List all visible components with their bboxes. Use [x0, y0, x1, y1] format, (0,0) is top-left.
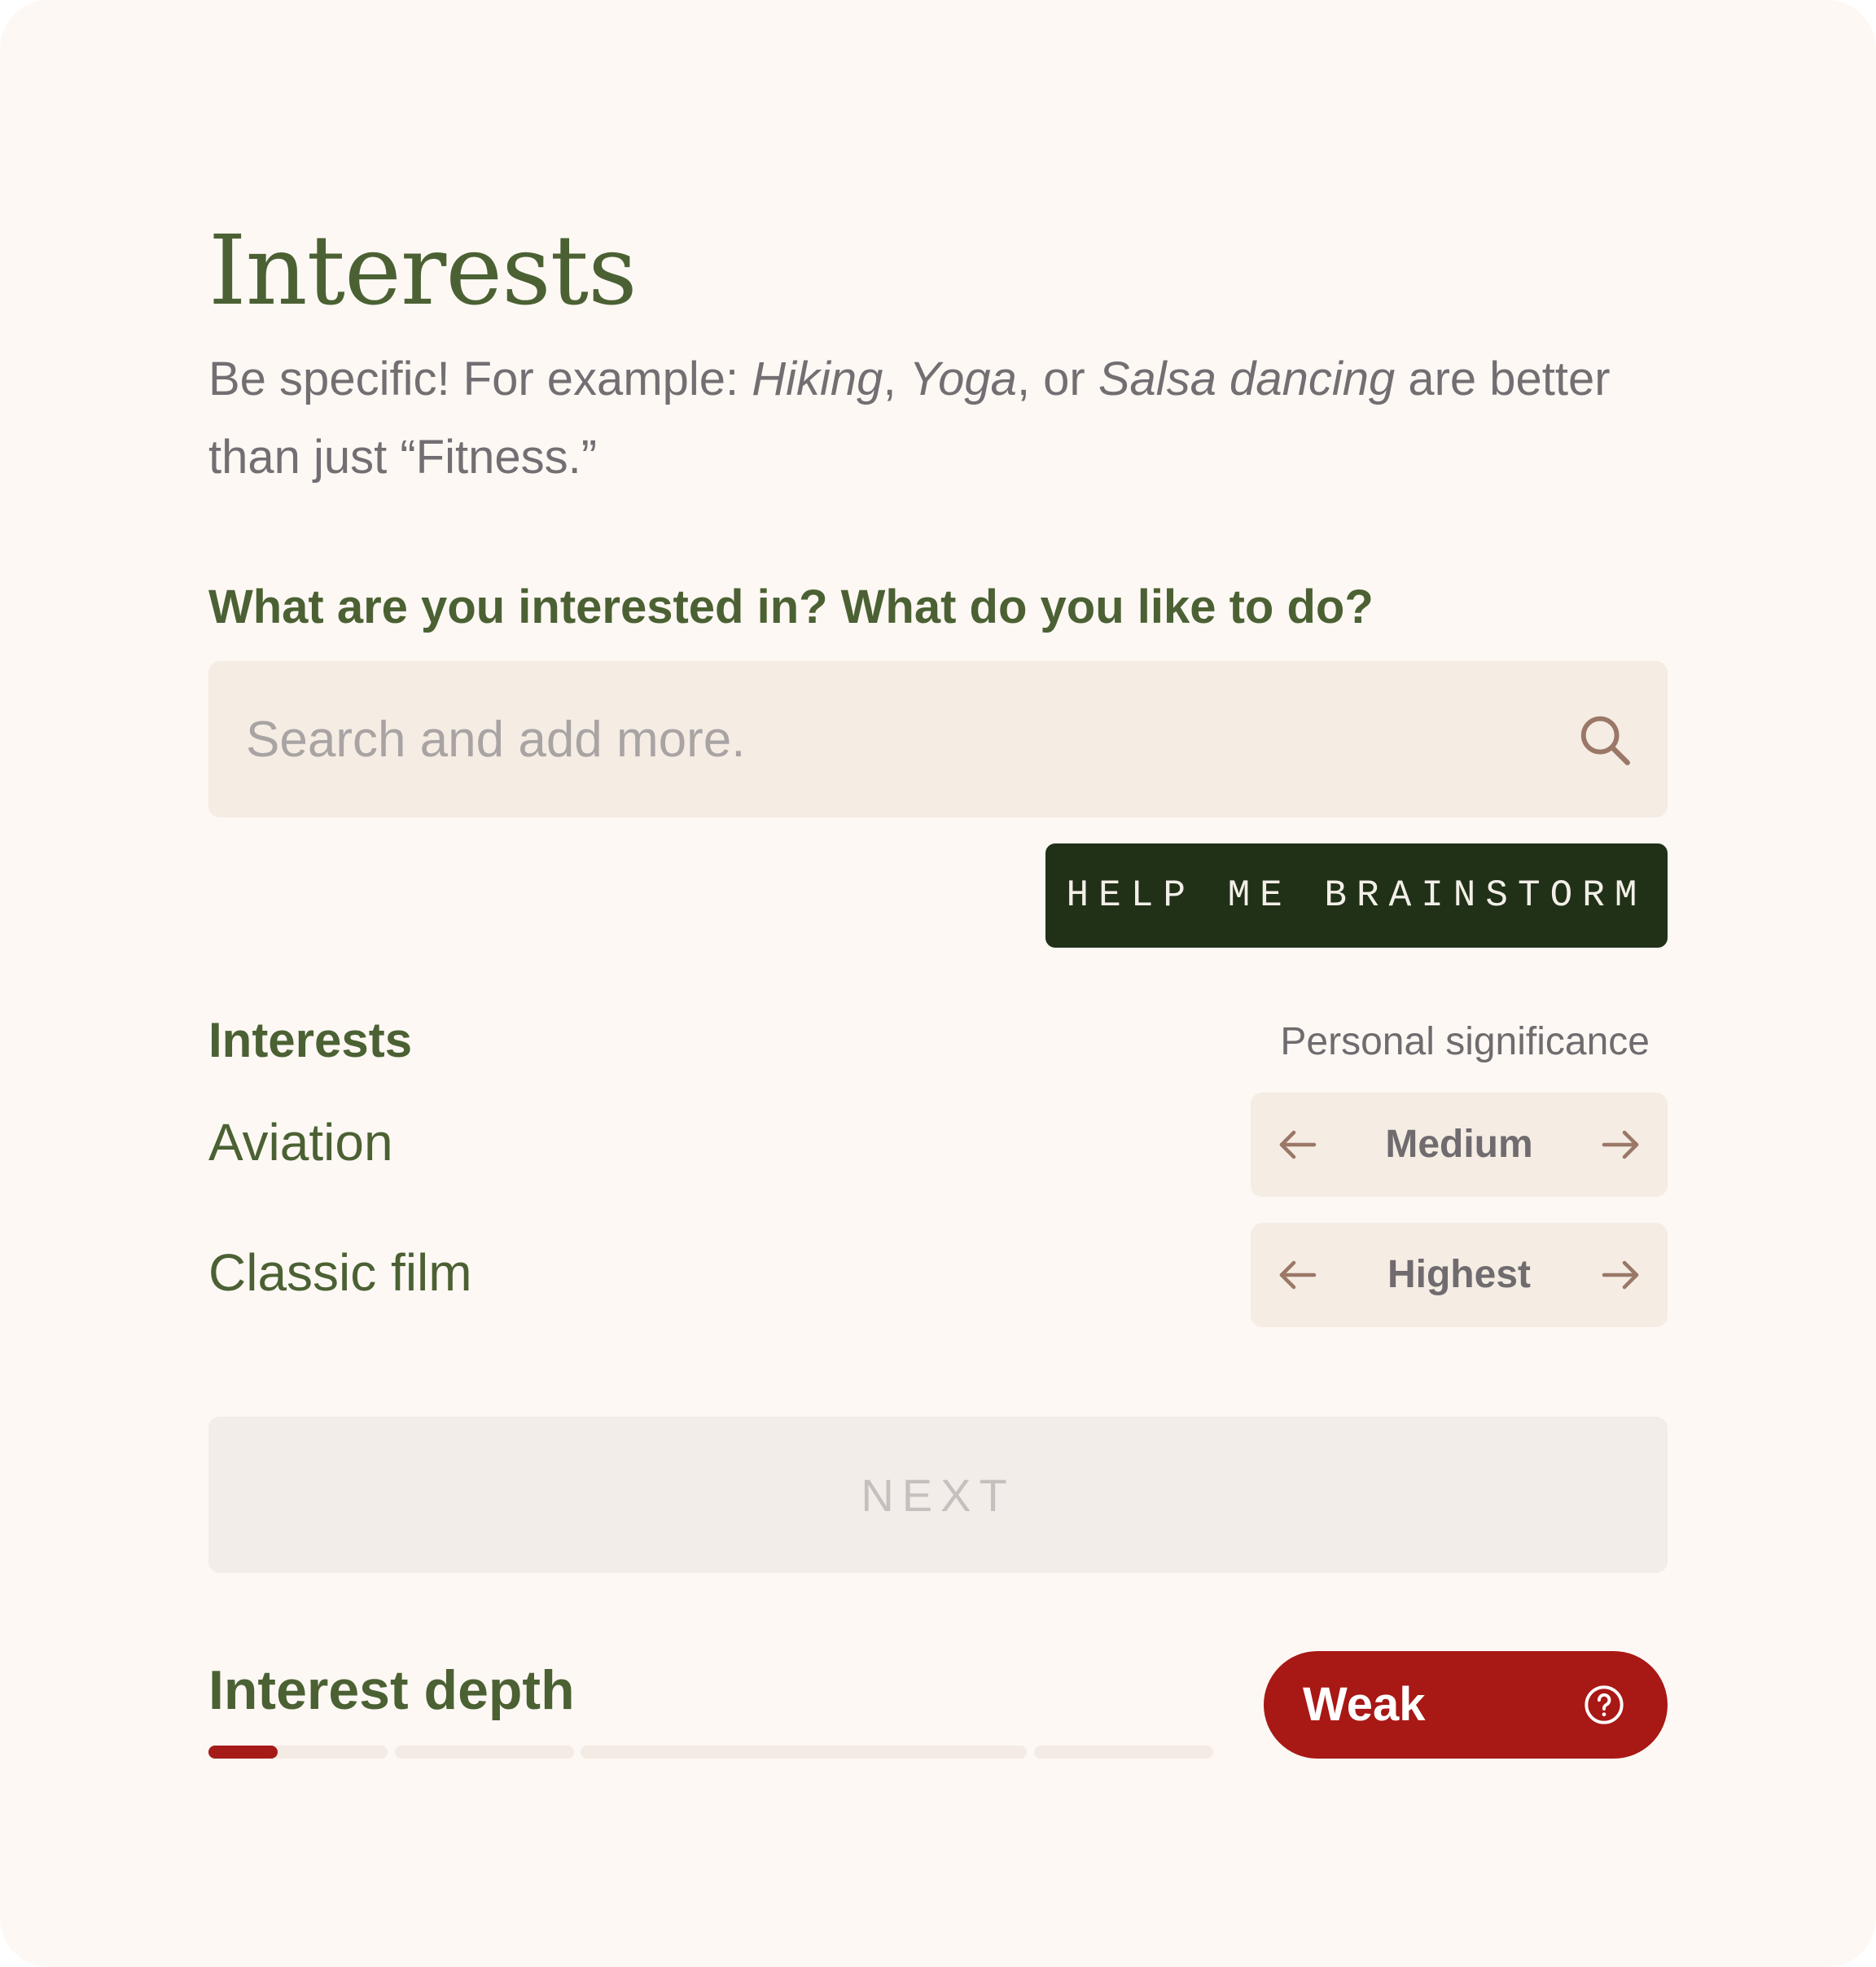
arrow-right-icon[interactable] [1596, 1120, 1645, 1169]
subtitle-separator: , [883, 353, 910, 405]
significance-value: Highest [1387, 1253, 1531, 1296]
interests-list-heading: Interests [208, 1013, 413, 1067]
significance-value: Medium [1385, 1123, 1533, 1166]
depth-rating-badge[interactable]: Weak [1264, 1651, 1668, 1759]
subtitle-prefix: Be specific! For example: [208, 353, 752, 405]
arrow-right-icon[interactable] [1596, 1251, 1645, 1299]
page-title: Interests [208, 214, 638, 326]
significance-stepper: Medium [1251, 1093, 1668, 1197]
next-button[interactable]: NEXT [208, 1417, 1668, 1573]
subtitle-example-salsa: Salsa dancing [1098, 353, 1396, 405]
subtitle-separator: , or [1016, 353, 1098, 405]
search-input[interactable] [246, 661, 1549, 817]
search-icon[interactable] [1576, 712, 1633, 769]
search-field[interactable] [208, 661, 1668, 817]
subtitle-example-hiking: Hiking [752, 353, 883, 405]
depth-rating-label: Weak [1303, 1678, 1426, 1731]
interest-depth-label: Interest depth [208, 1659, 575, 1721]
page-subtitle: Be specific! For example: Hiking, Yoga, … [208, 340, 1674, 497]
personal-significance-heading: Personal significance [1280, 1020, 1650, 1063]
arrow-left-icon[interactable] [1273, 1251, 1322, 1299]
subtitle-example-yoga: Yoga [909, 353, 1017, 405]
help-me-brainstorm-button[interactable]: HELP ME BRAINSTORM [1045, 843, 1668, 948]
depth-progress-segment [581, 1746, 1027, 1759]
depth-progress-segment [1034, 1746, 1213, 1759]
depth-progress-segment [208, 1746, 388, 1759]
significance-stepper: Highest [1251, 1223, 1668, 1327]
interests-card: Interests Be specific! For example: Hiki… [0, 0, 1876, 1967]
depth-progress-fill [208, 1746, 278, 1759]
interest-item-label: Classic film [208, 1243, 472, 1302]
depth-progress-segment [395, 1746, 574, 1759]
help-circle-icon[interactable] [1583, 1684, 1625, 1726]
arrow-left-icon[interactable] [1273, 1120, 1322, 1169]
interest-question: What are you interested in? What do you … [208, 580, 1374, 633]
interest-item-label: Aviation [208, 1113, 393, 1172]
